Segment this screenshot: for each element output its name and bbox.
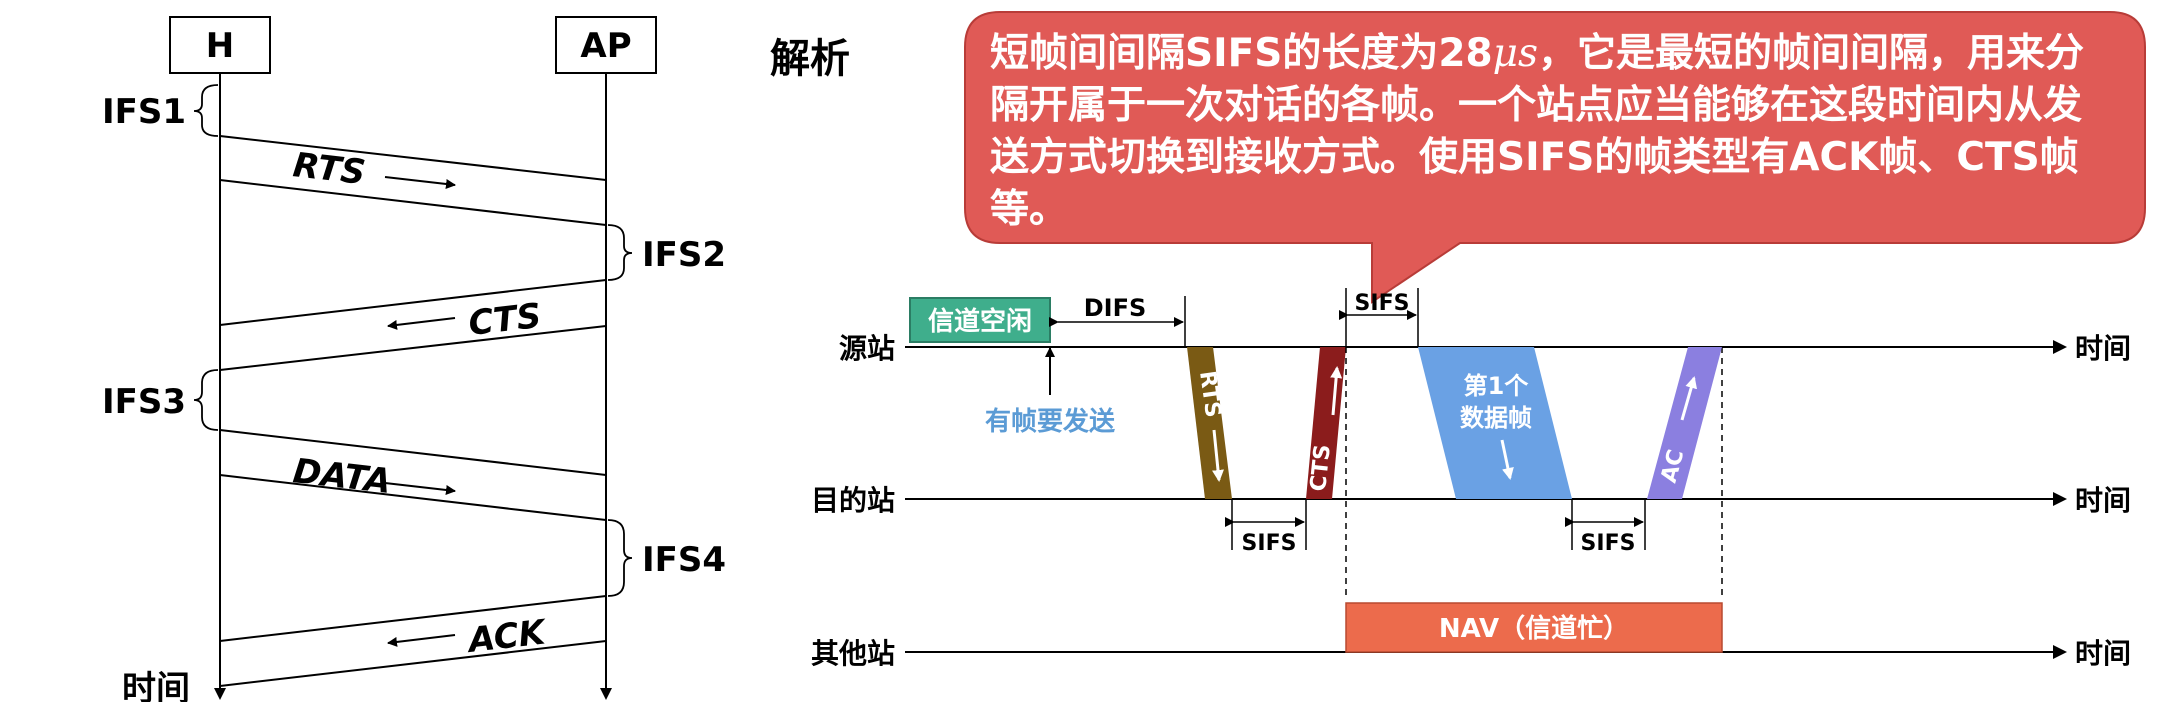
rts-frame-bottom — [219, 179, 607, 226]
sifs1-label: SIFS — [1242, 531, 1297, 556]
ifs2-brace — [607, 224, 633, 281]
ifs1-label: IFS1 — [102, 92, 186, 132]
analysis-title: 解析 — [770, 36, 850, 82]
row-label-destination: 目的站 — [811, 484, 895, 517]
destination-time-label: 时间 — [2075, 484, 2131, 517]
ap-timeline-arrowhead — [600, 688, 612, 700]
callout-text-part1: 短帧间间隔SIFS的长度为28 — [990, 31, 1493, 76]
data-bar-label-line1: 第1个 — [1464, 372, 1530, 400]
station-h-label: H — [206, 26, 234, 66]
station-ap-label: AP — [580, 26, 631, 66]
row-label-source: 源站 — [839, 332, 895, 365]
rts-frame-label: RTS — [291, 145, 367, 193]
rts-direction-arrow — [384, 176, 456, 189]
ack-direction-arrow — [387, 634, 456, 647]
ifs3-label: IFS3 — [102, 382, 186, 422]
ack-frame-label: ACK — [464, 612, 550, 661]
cts-frame-label: CTS — [466, 296, 543, 344]
nav-bar-label: NAV（信道忙） — [1439, 613, 1629, 644]
ifs2-label: IFS2 — [642, 235, 726, 275]
has-frame-label: 有帧要发送 — [985, 406, 1115, 437]
data-frame-top — [219, 429, 607, 476]
data-frame-label: DATA — [291, 451, 393, 502]
right-timing-diagram: 源站 目的站 其他站 时间 时间 时间 信道空闲 DIFS 有帧要发送 RTS … — [811, 288, 2131, 670]
data-direction-arrow — [384, 482, 456, 495]
cts-direction-arrow — [387, 317, 456, 330]
ifs1-brace — [193, 84, 219, 137]
rts-frame-top — [219, 135, 607, 181]
ack-frame-top — [219, 595, 607, 642]
others-time-label: 时间 — [2075, 637, 2131, 670]
sifs2-label: SIFS — [1355, 291, 1410, 316]
channel-idle-label: 信道空闲 — [928, 306, 1032, 337]
ifs4-brace — [607, 519, 633, 597]
left-time-label: 时间 — [122, 669, 190, 702]
cts-frame-bottom — [219, 325, 607, 371]
source-time-label: 时间 — [2075, 332, 2131, 365]
callout-unit: μs — [1492, 31, 1538, 76]
ifs3-brace — [193, 369, 219, 431]
ack-frame-bottom — [219, 640, 607, 687]
row-label-others: 其他站 — [811, 637, 895, 670]
data-bar-label-line2: 数据帧 — [1460, 404, 1532, 432]
cts-bar-label: CTS — [1306, 443, 1336, 492]
data-frame-bottom — [219, 474, 607, 521]
sifs3-label: SIFS — [1581, 531, 1636, 556]
callout-text: 短帧间间隔SIFS的长度为28μs，它是最短的帧间间隔，用来分隔开属于一次对话的… — [990, 28, 2120, 236]
h-timeline-arrowhead — [214, 688, 226, 700]
cts-frame-top — [219, 279, 607, 326]
left-exchange-diagram: H AP RTS CTS DATA ACK IFS1 IFS2 IFS3 IFS… — [102, 16, 726, 702]
difs-label: DIFS — [1084, 294, 1147, 322]
ifs4-label: IFS4 — [642, 540, 726, 580]
